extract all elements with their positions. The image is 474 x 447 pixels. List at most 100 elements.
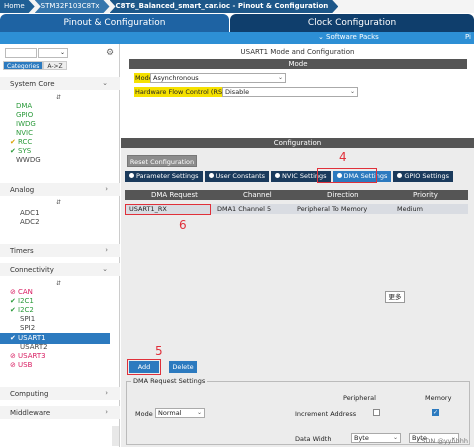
disabled-icon: ⊘ [10, 361, 16, 369]
pinout-menu[interactable]: Pi [465, 33, 471, 41]
annotation-number: 5 [155, 344, 163, 358]
cell-priority: Medium [397, 205, 423, 213]
group-label: Computing [10, 390, 49, 398]
list-item-i2c2[interactable]: ✔ I2C2 [10, 306, 34, 314]
list-item-usart2[interactable]: USART2 [20, 343, 48, 351]
reset-configuration-button[interactable]: Reset Configuration [127, 155, 197, 167]
search-dropdown[interactable]: ⌄ [38, 48, 68, 58]
highlight-box [125, 204, 211, 215]
hw-flow-row: Hardware Flow Control (RS232) Disable ⌄ [134, 87, 464, 97]
tab-clock-configuration[interactable]: Clock Configuration [230, 14, 474, 32]
sort-icon[interactable]: ⇵ [56, 199, 61, 206]
list-item-usart1[interactable]: ✔ USART1 [0, 333, 110, 344]
list-item-usb[interactable]: ⊘ USB [10, 361, 32, 369]
breadcrumb: Home STM32F103C8Tx C8T6_Balanced_smart_c… [0, 0, 474, 13]
chevron-down-icon: ⌄ [349, 88, 355, 95]
sidebar-scrollbar[interactable] [112, 426, 119, 446]
radio-icon [208, 173, 214, 178]
column-header-direction: Direction [327, 191, 359, 199]
sub-toolbar [0, 32, 474, 44]
chevron-down-icon: ⌄ [277, 74, 283, 81]
list-item-spi1[interactable]: SPI1 [20, 315, 35, 323]
annotation-number: 4 [339, 150, 347, 164]
peripheral-increment-checkbox[interactable] [373, 409, 380, 416]
list-item-nvic[interactable]: NVIC [16, 129, 33, 137]
cell-direction: Peripheral To Memory [297, 205, 368, 213]
list-item-adc2[interactable]: ADC2 [20, 218, 40, 226]
breadcrumb-home[interactable]: Home [0, 0, 35, 13]
dma-mode-select[interactable]: Normal ⌄ [155, 408, 205, 418]
panel-title: USART1 Mode and Configuration [240, 48, 355, 56]
tab-gpio-settings[interactable]: GPIO Settings [393, 171, 454, 182]
peripheral-width-select[interactable]: Byte ⌄ [351, 433, 401, 443]
chevron-down-icon: ⌄ [102, 265, 108, 273]
search-input[interactable] [5, 48, 37, 58]
list-item-i2c1[interactable]: ✔ I2C1 [10, 297, 34, 305]
more-button[interactable]: 更多 [385, 291, 405, 303]
tab-parameter-settings[interactable]: Parameter Settings [125, 171, 203, 182]
check-icon: ✔ [10, 147, 16, 155]
group-middleware[interactable]: Middleware › [0, 406, 120, 419]
radio-icon [397, 173, 403, 178]
configuration-section-header: Configuration [121, 138, 474, 148]
gear-icon[interactable]: ⚙ [106, 48, 114, 58]
peripheral-header: Peripheral [343, 394, 376, 402]
section-title: DMA Request Settings [131, 377, 208, 385]
group-label: Timers [10, 247, 34, 255]
chevron-down-icon: ⌄ [59, 49, 65, 56]
highlight-box [317, 168, 377, 183]
list-item-wwdg[interactable]: WWDG [16, 156, 41, 164]
list-item-usart3[interactable]: ⊘ USART3 [10, 352, 46, 360]
chevron-right-icon: › [105, 408, 108, 416]
category-tabs: Categories A->Z [3, 61, 67, 70]
group-connectivity[interactable]: Connectivity ⌄ [0, 263, 120, 276]
memory-increment-checkbox[interactable]: ✓ [432, 409, 439, 416]
table-header: DMA Request Channel Direction Priority [125, 190, 468, 200]
tab-a-to-z[interactable]: A->Z [43, 61, 67, 70]
column-header-channel: Channel [243, 191, 272, 199]
sort-icon[interactable]: ⇵ [56, 94, 61, 101]
list-item-can[interactable]: ⊘ CAN [10, 288, 33, 296]
tab-user-constants[interactable]: User Constants [204, 171, 270, 182]
chevron-down-icon: ⌄ [392, 434, 398, 441]
chevron-right-icon: › [105, 246, 108, 254]
dma-request-settings: DMA Request Settings Peripheral Memory M… [126, 377, 470, 445]
chevron-right-icon: › [105, 185, 108, 193]
hw-flow-select[interactable]: Disable ⌄ [222, 87, 358, 97]
memory-header: Memory [425, 394, 452, 402]
increment-address-label: Increment Address [295, 410, 357, 418]
group-computing[interactable]: Computing › [0, 387, 120, 400]
cell-channel: DMA1 Channel 5 [217, 205, 272, 213]
group-label: System Core [10, 80, 55, 88]
list-item-rcc[interactable]: ✔ RCC [10, 138, 32, 146]
tab-pinout-configuration[interactable]: Pinout & Configuration [0, 14, 229, 32]
delete-button[interactable]: Delete [169, 361, 197, 373]
chevron-right-icon: › [105, 389, 108, 397]
mode-select[interactable]: Asynchronous ⌄ [150, 73, 286, 83]
list-item-gpio[interactable]: GPIO [16, 111, 33, 119]
radio-icon [275, 173, 281, 178]
list-item-spi2[interactable]: SPI2 [20, 324, 35, 332]
main-panel: USART1 Mode and Configuration Mode Mode … [121, 44, 474, 447]
group-label: Middleware [10, 409, 51, 417]
tab-categories[interactable]: Categories [3, 61, 44, 70]
group-timers[interactable]: Timers › [0, 244, 120, 257]
breadcrumb-project[interactable]: C8T6_Balanced_smart_car.ioc - Pinout & C… [110, 0, 339, 13]
sort-icon[interactable]: ⇵ [56, 280, 61, 287]
group-analog[interactable]: Analog › [0, 183, 120, 196]
column-header-priority: Priority [413, 191, 438, 199]
column-header-request: DMA Request [151, 191, 198, 199]
breadcrumb-device[interactable]: STM32F103C8Tx [35, 0, 110, 13]
group-system-core[interactable]: System Core ⌄ [0, 77, 120, 90]
annotation-number: 6 [179, 218, 187, 232]
list-item-adc1[interactable]: ADC1 [20, 209, 40, 217]
software-packs-menu[interactable]: Software Packs [326, 33, 379, 41]
mode-section-header: Mode [129, 59, 467, 69]
check-icon: ✔ [10, 334, 16, 342]
list-item-sys[interactable]: ✔ SYS [10, 147, 31, 155]
mode-label: Mode [135, 410, 153, 418]
list-item-iwdg[interactable]: IWDG [16, 120, 36, 128]
disabled-icon: ⊘ [10, 352, 16, 360]
sidebar: ⌄ ⚙ Categories A->Z System Core ⌄ ⇵ DMA … [0, 44, 120, 447]
list-item-dma[interactable]: DMA [16, 102, 32, 110]
